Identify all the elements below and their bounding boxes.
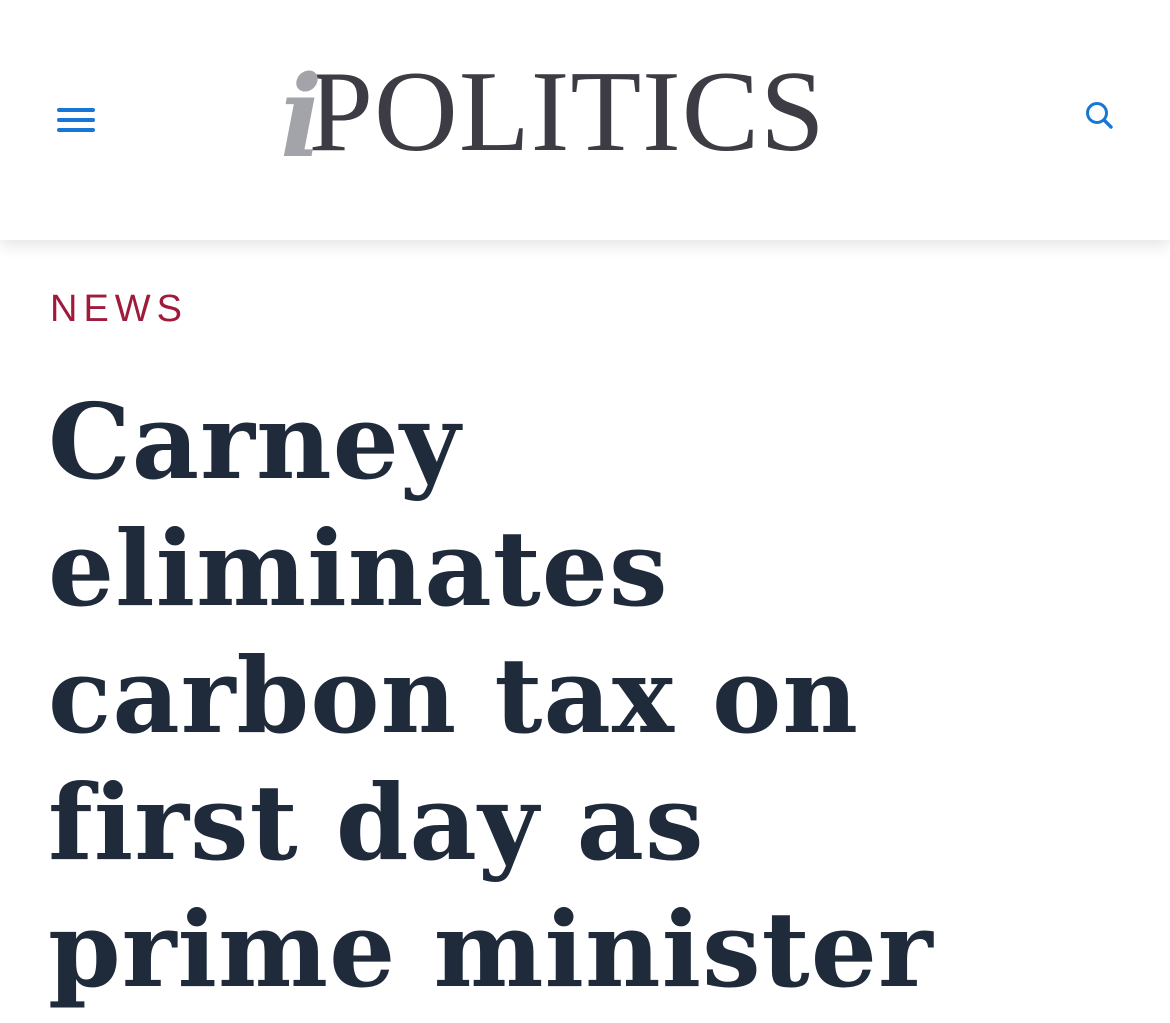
article: NEWS Carney eliminates carbon tax on fir… [0, 240, 1170, 1023]
site-header: i POLITICS [0, 0, 1170, 240]
logo-text: POLITICS [308, 48, 826, 176]
hamburger-menu-icon [57, 118, 95, 122]
hamburger-menu-icon [57, 108, 95, 112]
hamburger-menu-icon [57, 128, 95, 132]
category-link[interactable]: NEWS [50, 290, 188, 328]
page: i POLITICS NEWS Carney eliminates carbon… [0, 0, 1170, 1023]
site-logo[interactable]: i POLITICS [280, 48, 900, 176]
logo-prefix: i [280, 52, 323, 183]
search-icon [1086, 102, 1113, 129]
menu-button[interactable] [48, 96, 104, 144]
article-headline: Carney eliminates carbon tax on first da… [48, 380, 934, 1011]
search-button[interactable] [1080, 96, 1120, 136]
